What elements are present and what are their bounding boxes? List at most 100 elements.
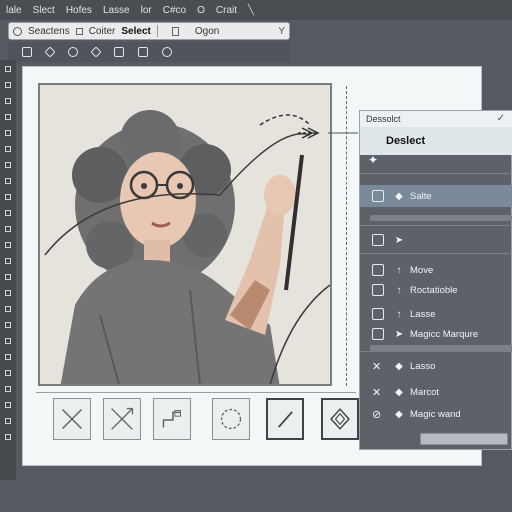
tool-icon[interactable] [5, 82, 11, 88]
tool-icon[interactable] [5, 130, 11, 136]
marquee-icon [372, 328, 384, 340]
tool-icon[interactable] [5, 258, 11, 264]
panel-item-label: Salte [410, 190, 432, 202]
panel-slider[interactable] [370, 215, 512, 221]
diamond-tool-icon[interactable] [44, 46, 56, 58]
tool-icon[interactable] [5, 226, 11, 232]
tool-icon[interactable] [5, 98, 11, 104]
resize-icon [372, 190, 384, 202]
menu-item[interactable]: Hofes [66, 5, 92, 16]
menu-item[interactable]: O [197, 5, 205, 16]
close-icon[interactable]: Y [278, 26, 285, 37]
tool-icon[interactable] [5, 386, 11, 392]
panel-button[interactable] [420, 433, 508, 445]
tool-icon[interactable] [5, 194, 11, 200]
options-bar: Seactens Coiter Select Ogon Y [8, 22, 290, 40]
tool-icon[interactable] [5, 114, 11, 120]
up-arrow-icon: ↑ [396, 308, 402, 320]
tool-options-row [8, 42, 290, 62]
left-toolbar [0, 60, 16, 480]
panel-item-label: Magicc Marqure [410, 328, 479, 340]
panel-item-lasse[interactable]: ↑ Lasse [360, 303, 512, 325]
panel-header: Dessolct [360, 111, 512, 127]
path-option-icon[interactable] [138, 47, 148, 57]
square-tool-icon[interactable] [22, 47, 32, 57]
panel-item-magic-wand[interactable]: ⊘ ◆ Magic wand [360, 403, 512, 425]
slash-icon: ╲ [248, 4, 255, 16]
menu-bar: lale Slect Hofes Lasse lor C#co O Crait … [0, 0, 512, 20]
up-arrow-icon: ↑ [396, 264, 402, 276]
option-ogon[interactable]: Ogon [195, 26, 219, 37]
thumbnail-brush-icon[interactable] [266, 398, 304, 440]
tool-icon[interactable] [5, 146, 11, 152]
panel-item-label: Lasse [410, 308, 436, 320]
corner-option-icon[interactable] [162, 47, 172, 57]
dropdown-icon[interactable] [171, 26, 179, 36]
thumbnail-cross-icon[interactable] [53, 398, 91, 440]
menu-item[interactable]: Crait [216, 5, 237, 16]
tool-icon[interactable] [5, 434, 11, 440]
diamond-icon: ◆ [395, 386, 403, 398]
tool-icon[interactable] [5, 66, 11, 72]
panel-item-label: Lasso [410, 360, 436, 372]
tool-icon[interactable] [5, 402, 11, 408]
panel-item-magic-marquee[interactable]: ➤ Magicc Marqure [360, 323, 512, 345]
panel-item-rotatable[interactable]: ↑ Roctatioble [360, 279, 512, 301]
panel-item-move[interactable]: ↑ Move [360, 259, 512, 281]
diamond-icon: ◆ [395, 360, 403, 372]
drag-arrow-icon [298, 127, 358, 139]
panel-item-marcot[interactable]: ✕ ◆ Marcot [360, 381, 512, 403]
illustration-girl-with-glasses [40, 85, 330, 384]
menu-item[interactable]: C#co [163, 5, 186, 16]
panel-item-label: Move [410, 264, 434, 276]
pen-tool-icon[interactable] [68, 47, 78, 57]
right-arrow-icon: ➤ [394, 328, 404, 340]
anchor-tool-icon[interactable] [90, 46, 102, 58]
panel-item-lasso[interactable]: ✕ ◆ Lasso [360, 355, 512, 377]
panel-item-salte[interactable]: ◆ Salte [360, 185, 512, 207]
thumbnail-crop-icon[interactable] [153, 398, 191, 440]
panel-item-label: Magic wand [410, 408, 461, 420]
thumbnail-divider [36, 392, 356, 393]
lasso-tool-icon: ✕ [372, 360, 382, 373]
menu-item[interactable]: Lasse [103, 5, 130, 16]
tool-icon[interactable] [5, 322, 11, 328]
divider [156, 25, 158, 37]
tool-icon[interactable] [5, 178, 11, 184]
sparkle-icon: ✦ [368, 153, 379, 167]
magic-wand-icon: ⊘ [372, 408, 382, 421]
thumbnail-diagonal-icon[interactable] [103, 398, 141, 440]
tool-icon[interactable] [5, 338, 11, 344]
menu-item[interactable]: lale [6, 5, 22, 16]
option-coiter[interactable]: Coiter [89, 26, 116, 37]
menu-item[interactable]: Slect [33, 5, 55, 16]
check-icon[interactable]: ✓ [497, 113, 505, 124]
artwork-illustration[interactable] [38, 83, 332, 386]
tool-icon[interactable] [5, 306, 11, 312]
panel-title[interactable]: Deslect [360, 127, 512, 155]
panel-item-transform[interactable]: ➤ [360, 229, 512, 251]
lasso-option-icon[interactable] [114, 47, 124, 57]
option-selections[interactable]: Seactens [28, 26, 70, 37]
tool-icon[interactable] [5, 370, 11, 376]
tool-icon[interactable] [5, 418, 11, 424]
tool-icon[interactable] [5, 290, 11, 296]
tool-icon[interactable] [5, 274, 11, 280]
tool-icon[interactable] [5, 210, 11, 216]
menu-item[interactable]: lor [141, 5, 152, 16]
gear-icon[interactable] [13, 26, 22, 36]
select-panel: Dessolct ✓ Deslect ✦ ◆ Salte ➤ ↑ Move ↑ … [359, 110, 512, 450]
separator [360, 253, 512, 254]
option-select[interactable]: Select [121, 26, 150, 37]
separator [360, 351, 512, 352]
thumbnail-diamond-icon[interactable] [321, 398, 359, 440]
separator [360, 225, 512, 226]
thumbnail-lasso-icon[interactable] [212, 398, 250, 440]
tool-icon[interactable] [5, 162, 11, 168]
arrow-icon: ➤ [394, 234, 404, 246]
transform-icon [372, 234, 384, 246]
checkbox-icon[interactable] [75, 27, 83, 35]
tool-icon[interactable] [5, 242, 11, 248]
diamond-icon: ◆ [395, 408, 403, 420]
tool-icon[interactable] [5, 354, 11, 360]
